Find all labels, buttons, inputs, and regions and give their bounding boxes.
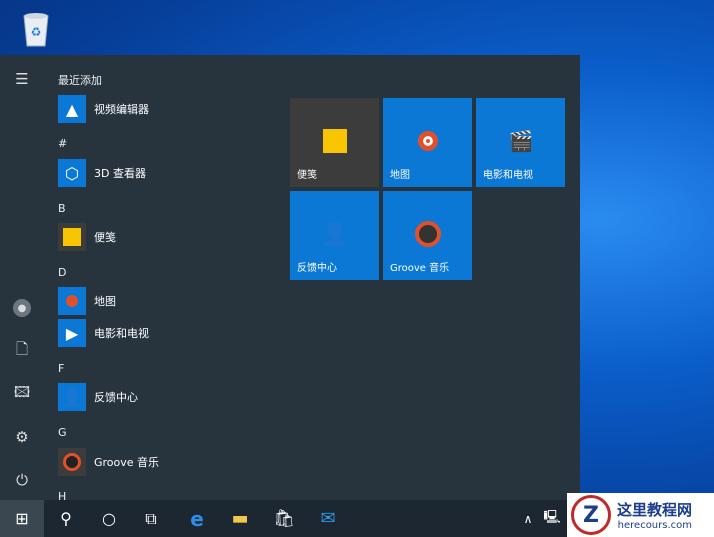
network-icon[interactable]: 🖳 [540,500,564,537]
cortana-circle-icon[interactable]: ○ [87,500,131,537]
sticky-note-icon [320,126,350,156]
groove-disc-icon [413,219,443,249]
store-bag-icon[interactable]: 🛍 [262,500,306,537]
start-windows-icon[interactable]: ⊞ [0,500,44,537]
start-menu: ☰ ● 🗋 🖾 ⚙ ⏻ 最近添加 ▲ 视频编辑器 # ⬡ 3D 查看器 B 便笺 D… [0,55,580,503]
feedback-icon: 👤 [58,383,86,411]
show-hidden-icons-chevron-icon[interactable]: ∧ [516,500,540,537]
map-pin-icon [413,126,443,156]
app-3d-viewer[interactable]: ⬡ 3D 查看器 [58,158,258,188]
watermark-logo: Z [571,495,611,535]
tile-feedback-hub[interactable]: 👤 反馈中心 [290,191,379,280]
hamburger-menu-icon[interactable]: ☰ [10,67,34,91]
watermark: Z 这里教程网 herecours.com [567,493,714,537]
tile-groove-music[interactable]: Groove 音乐 [383,191,472,280]
pictures-icon[interactable]: 🖾 [10,382,34,406]
app-video-editor[interactable]: ▲ 视频编辑器 [58,94,258,124]
app-movies-tv[interactable]: ▶ 电影和电视 [58,318,258,348]
film-icon: ▶ [58,319,86,347]
start-rail: ☰ ● 🗋 🖾 ⚙ ⏻ [0,55,44,500]
feedback-icon: 👤 [321,221,349,247]
sticky-note-icon [58,223,86,251]
app-maps[interactable]: 地图 [58,286,258,316]
user-avatar-icon[interactable]: ● [10,296,34,320]
tile-sticky-notes[interactable]: 便笺 [290,98,379,187]
task-view-icon[interactable]: ⧉ [129,500,173,537]
recent-header: 最近添加 [58,74,102,87]
app-groove-music[interactable]: Groove 音乐 [58,447,258,477]
map-pin-icon [58,287,86,315]
film-icon: 🎬 [508,129,534,153]
documents-icon[interactable]: 🗋 [10,339,34,363]
app-feedback-hub[interactable]: 👤 反馈中心 [58,382,258,412]
settings-gear-icon[interactable]: ⚙ [10,425,34,449]
power-icon[interactable]: ⏻ [10,468,34,492]
section-header[interactable]: G [58,426,67,439]
section-header[interactable]: # [58,137,67,150]
mail-icon[interactable]: ✉ [306,500,350,537]
edge-browser-icon[interactable]: e [175,500,219,537]
app-sticky-notes[interactable]: 便笺 [58,222,258,252]
section-header[interactable]: B [58,202,66,215]
watermark-url: herecours.com [617,520,693,531]
search-icon[interactable]: ⚲ [44,500,88,537]
svg-text:♻: ♻ [31,25,42,39]
section-header[interactable]: F [58,362,64,375]
cube-icon: ⬡ [58,159,86,187]
watermark-title: 这里教程网 [617,501,693,519]
file-explorer-icon[interactable]: ▬ [218,500,262,537]
section-header[interactable]: D [58,266,66,279]
tile-movies-tv[interactable]: 🎬 电影和电视 [476,98,565,187]
tile-maps[interactable]: 地图 [383,98,472,187]
recycle-bin-icon[interactable]: ♻ [18,8,54,48]
groove-disc-icon [58,448,86,476]
video-editor-icon: ▲ [58,95,86,123]
